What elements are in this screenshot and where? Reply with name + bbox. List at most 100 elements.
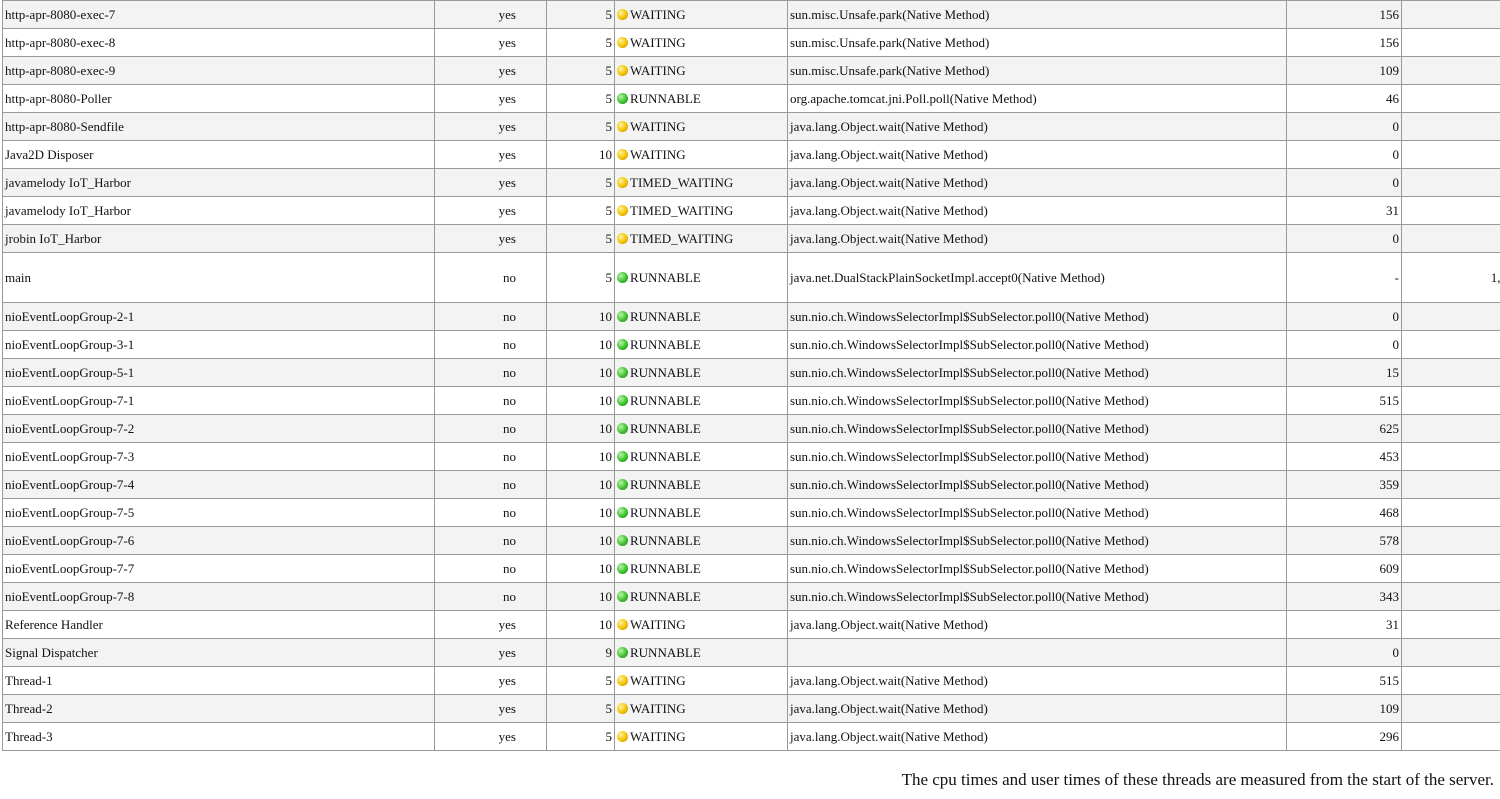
cpu-time-text: 156 bbox=[1379, 34, 1400, 50]
priority-text: 10 bbox=[599, 420, 612, 436]
thread-name-text: http-apr-8080-exec-9 bbox=[5, 62, 116, 78]
daemon-text: no bbox=[503, 560, 516, 576]
daemon-cell: yes bbox=[434, 56, 547, 85]
thread-name-text: nioEventLoopGroup-7-1 bbox=[5, 392, 135, 408]
state-text: RUNNABLE bbox=[630, 420, 701, 436]
cpu-time-text: 0 bbox=[1392, 146, 1400, 162]
table-row: nioEventLoopGroup-2-1 no 10 RUNNABLE sun.nio… bbox=[2, 302, 1500, 331]
table-row: http-apr-8080-exec-9 yes 5 WAITING sun.misc.… bbox=[2, 56, 1500, 85]
priority-cell: 5 bbox=[546, 168, 615, 197]
priority-text: 5 bbox=[605, 202, 613, 218]
state-cell: WAITING bbox=[614, 140, 788, 169]
method-text: sun.nio.ch.WindowsSelectorImpl$SubSelect… bbox=[790, 588, 1149, 604]
thread-name-cell: Signal Dispatcher bbox=[2, 638, 435, 667]
table-row: nioEventLoopGroup-7-4 no 10 RUNNABLE sun.nio… bbox=[2, 470, 1500, 499]
method-cell: sun.nio.ch.WindowsSelectorImpl$SubSelect… bbox=[787, 414, 1287, 443]
cpu-time-text: 453 bbox=[1379, 448, 1400, 464]
method-text: sun.nio.ch.WindowsSelectorImpl$SubSelect… bbox=[790, 476, 1149, 492]
method-text: java.lang.Object.wait(Native Method) bbox=[790, 202, 988, 218]
method-text: sun.misc.Unsafe.park(Native Method) bbox=[790, 62, 990, 78]
priority-text: 10 bbox=[599, 504, 612, 520]
user-time-cell: 0 bbox=[1401, 140, 1500, 169]
green-state-icon bbox=[617, 506, 628, 518]
state-text: RUNNABLE bbox=[630, 588, 701, 604]
thread-name-cell: nioEventLoopGroup-7-1 bbox=[2, 386, 435, 415]
cpu-time-text: 46 bbox=[1386, 90, 1399, 106]
state-text: RUNNABLE bbox=[630, 90, 701, 106]
cpu-time-text: 0 bbox=[1392, 118, 1400, 134]
state-text: TIMED_WAITING bbox=[630, 230, 734, 246]
table-row: Signal Dispatcher yes 9 RUNNABLE 00 bbox=[2, 638, 1500, 667]
priority-cell: 10 bbox=[546, 414, 615, 443]
cpu-time-cell: 0 bbox=[1286, 224, 1402, 253]
thread-name-cell: javamelody IoT_Harbor bbox=[2, 196, 435, 225]
cpu-time-cell: 0 bbox=[1286, 638, 1402, 667]
yellow-state-icon bbox=[617, 730, 628, 742]
method-cell: java.lang.Object.wait(Native Method) bbox=[787, 666, 1287, 695]
cpu-time-cell: 109 bbox=[1286, 694, 1402, 723]
daemon-text: no bbox=[503, 269, 516, 285]
daemon-cell: no bbox=[434, 582, 547, 611]
cpu-time-text: 0 bbox=[1392, 336, 1400, 352]
priority-text: 10 bbox=[599, 364, 612, 380]
cpu-time-cell: 453 bbox=[1286, 442, 1402, 471]
user-time-cell: 156 bbox=[1401, 526, 1500, 555]
thread-name-text: nioEventLoopGroup-5-1 bbox=[5, 364, 135, 380]
daemon-cell: no bbox=[434, 330, 547, 359]
daemon-cell: no bbox=[434, 498, 547, 527]
priority-text: 10 bbox=[599, 588, 612, 604]
daemon-text: yes bbox=[498, 146, 516, 162]
yellow-state-icon bbox=[617, 120, 628, 132]
state-cell: RUNNABLE bbox=[614, 442, 788, 471]
daemon-cell: no bbox=[434, 358, 547, 387]
table-row: Thread-1 yes 5 WAITING java.lang.Object.wait… bbox=[2, 666, 1500, 695]
yellow-state-icon bbox=[617, 8, 628, 20]
method-cell: sun.nio.ch.WindowsSelectorImpl$SubSelect… bbox=[787, 526, 1287, 555]
thread-name-text: nioEventLoopGroup-2-1 bbox=[5, 308, 135, 324]
cpu-time-text: 15 bbox=[1386, 364, 1399, 380]
thread-name-cell: nioEventLoopGroup-7-2 bbox=[2, 414, 435, 443]
state-cell: WAITING bbox=[614, 666, 788, 695]
method-cell: org.apache.tomcat.jni.Poll.poll(Native M… bbox=[787, 84, 1287, 113]
daemon-cell: no bbox=[434, 386, 547, 415]
priority-text: 5 bbox=[605, 6, 613, 22]
state-cell: RUNNABLE bbox=[614, 582, 788, 611]
cpu-time-cell: 515 bbox=[1286, 386, 1402, 415]
thread-name-text: http-apr-8080-Sendfile bbox=[5, 118, 124, 134]
thread-name-cell: http-apr-8080-exec-8 bbox=[2, 28, 435, 57]
cpu-time-text: 109 bbox=[1379, 700, 1400, 716]
priority-cell: 10 bbox=[546, 386, 615, 415]
state-cell: RUNNABLE bbox=[614, 638, 788, 667]
cpu-time-text: 0 bbox=[1392, 308, 1400, 324]
state-text: RUNNABLE bbox=[630, 364, 701, 380]
state-cell: WAITING bbox=[614, 722, 788, 751]
user-time-cell: 31 bbox=[1401, 722, 1500, 751]
thread-name-text: Reference Handler bbox=[5, 616, 103, 632]
priority-text: 5 bbox=[605, 90, 613, 106]
cpu-time-text: 625 bbox=[1379, 420, 1400, 436]
priority-text: 10 bbox=[599, 448, 612, 464]
cpu-time-cell: 0 bbox=[1286, 168, 1402, 197]
state-cell: RUNNABLE bbox=[614, 358, 788, 387]
daemon-text: no bbox=[503, 336, 516, 352]
thread-name-cell: Thread-2 bbox=[2, 694, 435, 723]
table-row: nioEventLoopGroup-7-8 no 10 RUNNABLE sun.nio… bbox=[2, 582, 1500, 611]
thread-name-text: javamelody IoT_Harbor bbox=[5, 174, 131, 190]
priority-text: 10 bbox=[599, 476, 612, 492]
daemon-text: yes bbox=[498, 644, 516, 660]
priority-cell: 10 bbox=[546, 330, 615, 359]
method-cell: sun.nio.ch.WindowsSelectorImpl$SubSelect… bbox=[787, 442, 1287, 471]
priority-text: 5 bbox=[605, 118, 613, 134]
state-cell: RUNNABLE bbox=[614, 302, 788, 331]
daemon-cell: yes bbox=[434, 196, 547, 225]
state-text: RUNNABLE bbox=[630, 504, 701, 520]
thread-name-cell: main bbox=[2, 252, 435, 303]
user-time-cell: 156 bbox=[1401, 554, 1500, 583]
user-time-cell: 156 bbox=[1401, 386, 1500, 415]
cpu-time-text: 0 bbox=[1392, 644, 1400, 660]
state-text: RUNNABLE bbox=[630, 448, 701, 464]
threads-table-body: http-apr-8080-exec-7 yes 5 WAITING sun.misc.… bbox=[2, 0, 1500, 751]
table-row: main no 5 RUNNABLE java.net.DualStackPlainSo… bbox=[2, 252, 1500, 303]
threads-table: http-apr-8080-exec-7 yes 5 WAITING sun.misc.… bbox=[2, 0, 1500, 751]
method-text: java.lang.Object.wait(Native Method) bbox=[790, 118, 988, 134]
